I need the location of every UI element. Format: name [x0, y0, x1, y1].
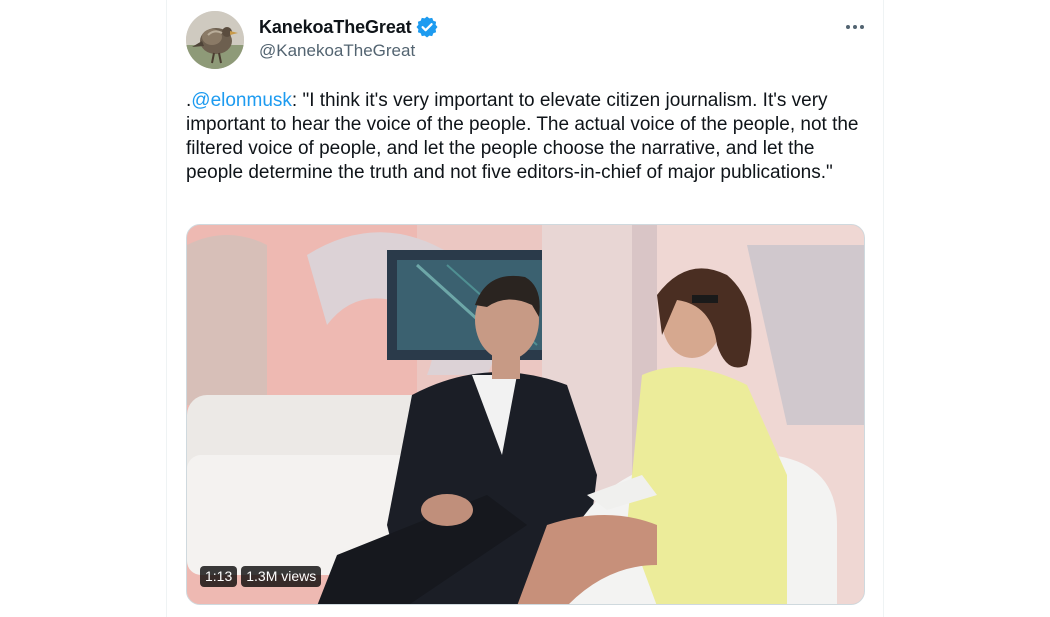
dot — [846, 25, 850, 29]
video-player[interactable] — [186, 224, 865, 605]
video-badges: 1:13 1.3M views — [200, 566, 322, 587]
tweet-text: .@elonmusk: "I think it's very important… — [186, 89, 864, 185]
video-duration-badge: 1:13 — [200, 566, 238, 587]
verified-badge-icon[interactable] — [416, 16, 438, 38]
display-name[interactable]: KanekoaTheGreat — [259, 17, 412, 38]
dot — [860, 25, 864, 29]
author-avatar[interactable] — [186, 11, 244, 69]
video-frame — [187, 225, 864, 604]
mention-link[interactable]: @elonmusk — [191, 90, 292, 111]
video-views-badge: 1.3M views — [241, 566, 322, 587]
display-name-row[interactable]: KanekoaTheGreat — [259, 15, 438, 39]
more-options-icon[interactable] — [838, 14, 872, 40]
author-handle[interactable]: @KanekoaTheGreat — [259, 41, 415, 61]
dot — [853, 25, 857, 29]
